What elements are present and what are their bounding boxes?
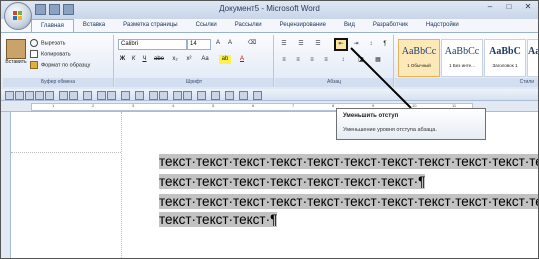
tooltip-description: Уменьшение уровня отступа абзаца. [343,127,437,133]
tooltip-title: Уменьшить отступ [343,113,399,119]
word-window: Документ5 - Microsoft Word – □ ✕ Главная… [0,0,539,259]
tooltip-decrease-indent: Уменьшить отступ Уменьшение уровня отсту… [336,108,486,140]
